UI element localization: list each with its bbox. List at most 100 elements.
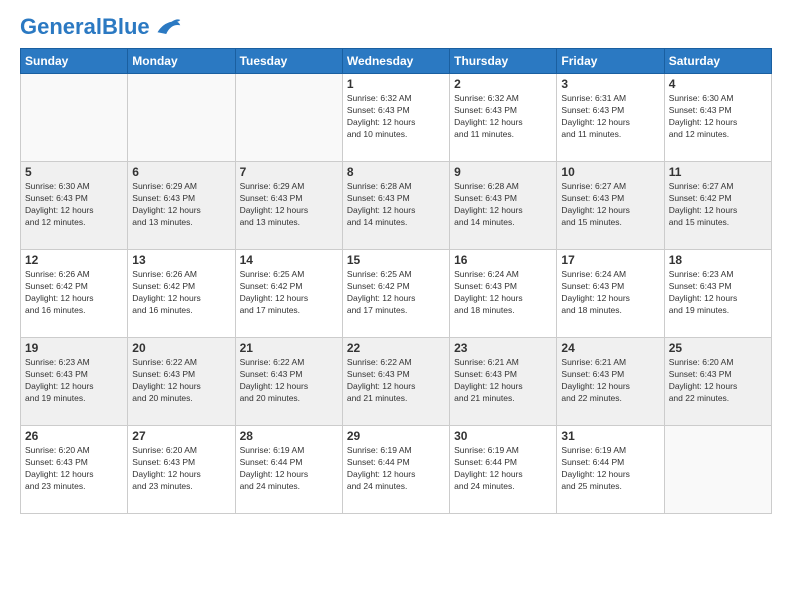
col-thursday: Thursday [450, 49, 557, 74]
table-row: 21 Sunrise: 6:22 AMSunset: 6:43 PMDayligh… [235, 338, 342, 426]
day-info: Sunrise: 6:19 AMSunset: 6:44 PMDaylight:… [561, 445, 659, 493]
day-info: Sunrise: 6:26 AMSunset: 6:42 PMDaylight:… [25, 269, 123, 317]
table-row: 5 Sunrise: 6:30 AMSunset: 6:43 PMDaylight… [21, 162, 128, 250]
day-number: 1 [347, 77, 445, 91]
day-number: 29 [347, 429, 445, 443]
table-row: 28 Sunrise: 6:19 AMSunset: 6:44 PMDayligh… [235, 426, 342, 514]
day-number: 4 [669, 77, 767, 91]
day-number: 20 [132, 341, 230, 355]
day-number: 28 [240, 429, 338, 443]
table-row: 12 Sunrise: 6:26 AMSunset: 6:42 PMDayligh… [21, 250, 128, 338]
day-info: Sunrise: 6:29 AMSunset: 6:43 PMDaylight:… [240, 181, 338, 229]
day-info: Sunrise: 6:28 AMSunset: 6:43 PMDaylight:… [454, 181, 552, 229]
table-row: 23Sunrise: 6:21 AMSunset: 6:43 PMDayligh… [450, 338, 557, 426]
table-row: 4Sunrise: 6:30 AMSunset: 6:43 PMDaylight… [664, 74, 771, 162]
day-number: 23 [454, 341, 552, 355]
table-row: 18 Sunrise: 6:23 AMSunset: 6:43 PMDayligh… [664, 250, 771, 338]
col-tuesday: Tuesday [235, 49, 342, 74]
table-row: 25 Sunrise: 6:20 AMSunset: 6:43 PMDayligh… [664, 338, 771, 426]
day-number: 31 [561, 429, 659, 443]
table-row: 17Sunrise: 6:24 AMSunset: 6:43 PMDayligh… [557, 250, 664, 338]
table-row [21, 74, 128, 162]
table-row [664, 426, 771, 514]
day-info: Sunrise: 6:27 AMSunset: 6:42 PMDaylight:… [669, 181, 767, 229]
day-info: Sunrise: 6:19 AMSunset: 6:44 PMDaylight:… [347, 445, 445, 493]
day-number: 21 [240, 341, 338, 355]
day-number: 12 [25, 253, 123, 267]
day-number: 9 [454, 165, 552, 179]
table-row: 1 Sunrise: 6:32 AMSunset: 6:43 PMDaylight… [342, 74, 449, 162]
table-row: 15 Sunrise: 6:25 AMSunset: 6:42 PMDayligh… [342, 250, 449, 338]
table-row [128, 74, 235, 162]
table-row: 13 Sunrise: 6:26 AMSunset: 6:42 PMDayligh… [128, 250, 235, 338]
table-row: 27 Sunrise: 6:20 AMSunset: 6:43 PMDayligh… [128, 426, 235, 514]
day-info: Sunrise: 6:24 AMSunset: 6:43 PMDaylight:… [561, 269, 659, 317]
table-row: 2 Sunrise: 6:32 AMSunset: 6:43 PMDaylight… [450, 74, 557, 162]
day-info: Sunrise: 6:19 AMSunset: 6:44 PMDaylight:… [454, 445, 552, 493]
day-info: Sunrise: 6:22 AMSunset: 6:43 PMDaylight:… [347, 357, 445, 405]
day-number: 11 [669, 165, 767, 179]
day-number: 8 [347, 165, 445, 179]
day-number: 10 [561, 165, 659, 179]
logo: GeneralBlue [20, 16, 182, 38]
day-info: Sunrise: 6:20 AMSunset: 6:43 PMDaylight:… [669, 357, 767, 405]
table-row: 26 Sunrise: 6:20 AMSunset: 6:43 PMDayligh… [21, 426, 128, 514]
day-number: 26 [25, 429, 123, 443]
day-info: Sunrise: 6:30 AMSunset: 6:43 PMDaylight:… [25, 181, 123, 229]
calendar-week-row: 5 Sunrise: 6:30 AMSunset: 6:43 PMDaylight… [21, 162, 772, 250]
day-info: Sunrise: 6:22 AMSunset: 6:43 PMDaylight:… [240, 357, 338, 405]
page: GeneralBlue Sunday Monday Tuesday Wednes… [0, 0, 792, 612]
day-info: Sunrise: 6:32 AMSunset: 6:43 PMDaylight:… [454, 93, 552, 141]
day-number: 27 [132, 429, 230, 443]
calendar-week-row: 26 Sunrise: 6:20 AMSunset: 6:43 PMDayligh… [21, 426, 772, 514]
col-saturday: Saturday [664, 49, 771, 74]
col-friday: Friday [557, 49, 664, 74]
calendar-header-row: Sunday Monday Tuesday Wednesday Thursday… [21, 49, 772, 74]
calendar-week-row: 12 Sunrise: 6:26 AMSunset: 6:42 PMDayligh… [21, 250, 772, 338]
day-info: Sunrise: 6:29 AMSunset: 6:43 PMDaylight:… [132, 181, 230, 229]
calendar-table: Sunday Monday Tuesday Wednesday Thursday… [20, 48, 772, 514]
day-info: Sunrise: 6:23 AMSunset: 6:43 PMDaylight:… [669, 269, 767, 317]
day-info: Sunrise: 6:23 AMSunset: 6:43 PMDaylight:… [25, 357, 123, 405]
day-number: 18 [669, 253, 767, 267]
table-row: 22Sunrise: 6:22 AMSunset: 6:43 PMDayligh… [342, 338, 449, 426]
day-info: Sunrise: 6:19 AMSunset: 6:44 PMDaylight:… [240, 445, 338, 493]
header: GeneralBlue [20, 16, 772, 38]
day-number: 2 [454, 77, 552, 91]
logo-blue: Blue [102, 14, 150, 39]
col-sunday: Sunday [21, 49, 128, 74]
table-row: 31 Sunrise: 6:19 AMSunset: 6:44 PMDayligh… [557, 426, 664, 514]
table-row: 9 Sunrise: 6:28 AMSunset: 6:43 PMDaylight… [450, 162, 557, 250]
logo-bird-icon [154, 16, 182, 38]
day-info: Sunrise: 6:26 AMSunset: 6:42 PMDaylight:… [132, 269, 230, 317]
table-row: 14 Sunrise: 6:25 AMSunset: 6:42 PMDayligh… [235, 250, 342, 338]
day-info: Sunrise: 6:25 AMSunset: 6:42 PMDaylight:… [240, 269, 338, 317]
table-row [235, 74, 342, 162]
table-row: 6 Sunrise: 6:29 AMSunset: 6:43 PMDaylight… [128, 162, 235, 250]
day-info: Sunrise: 6:28 AMSunset: 6:43 PMDaylight:… [347, 181, 445, 229]
day-number: 5 [25, 165, 123, 179]
day-info: Sunrise: 6:20 AMSunset: 6:43 PMDaylight:… [25, 445, 123, 493]
day-number: 7 [240, 165, 338, 179]
day-info: Sunrise: 6:21 AMSunset: 6:43 PMDaylight:… [561, 357, 659, 405]
day-number: 16 [454, 253, 552, 267]
day-number: 14 [240, 253, 338, 267]
col-monday: Monday [128, 49, 235, 74]
day-info: Sunrise: 6:22 AMSunset: 6:43 PMDaylight:… [132, 357, 230, 405]
table-row: 11 Sunrise: 6:27 AMSunset: 6:42 PMDayligh… [664, 162, 771, 250]
day-info: Sunrise: 6:31 AMSunset: 6:43 PMDaylight:… [561, 93, 659, 141]
logo-general: General [20, 14, 102, 39]
day-number: 15 [347, 253, 445, 267]
day-number: 25 [669, 341, 767, 355]
table-row: 3Sunrise: 6:31 AMSunset: 6:43 PMDaylight… [557, 74, 664, 162]
day-info: Sunrise: 6:27 AMSunset: 6:43 PMDaylight:… [561, 181, 659, 229]
day-number: 19 [25, 341, 123, 355]
day-number: 24 [561, 341, 659, 355]
day-info: Sunrise: 6:25 AMSunset: 6:42 PMDaylight:… [347, 269, 445, 317]
day-number: 13 [132, 253, 230, 267]
day-number: 6 [132, 165, 230, 179]
table-row: 20 Sunrise: 6:22 AMSunset: 6:43 PMDayligh… [128, 338, 235, 426]
day-info: Sunrise: 6:32 AMSunset: 6:43 PMDaylight:… [347, 93, 445, 141]
table-row: 8 Sunrise: 6:28 AMSunset: 6:43 PMDaylight… [342, 162, 449, 250]
day-info: Sunrise: 6:20 AMSunset: 6:43 PMDaylight:… [132, 445, 230, 493]
